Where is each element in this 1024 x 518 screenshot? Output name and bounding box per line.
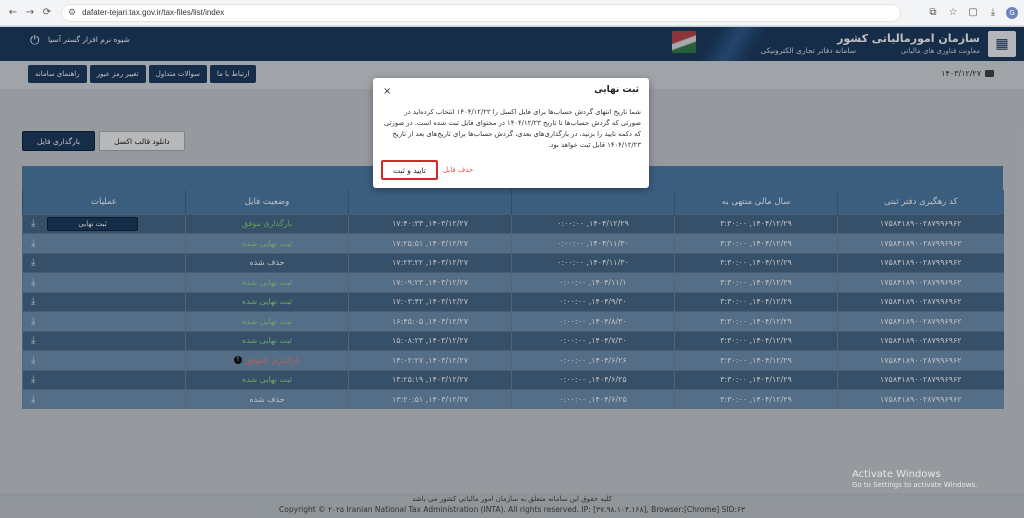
- translate-icon[interactable]: ⧉: [926, 6, 940, 20]
- url-text[interactable]: dafater-tejari.tax.gov.ir/tax-files/list…: [82, 8, 224, 17]
- back-arrow-icon[interactable]: ←: [6, 6, 20, 20]
- delete-file-link[interactable]: حذف فایل: [443, 166, 473, 174]
- forward-arrow-icon[interactable]: →: [23, 6, 37, 20]
- final-registration-modal: ثبت نهایی × شما تاریخ انتهای گردش حساب‌ه…: [373, 78, 649, 188]
- page: ⏻ شیوه نرم افزار گستر آسیا سامانه دفاتر …: [0, 27, 1024, 518]
- modal-title: ثبت نهایی: [594, 85, 639, 95]
- close-icon[interactable]: ×: [383, 86, 391, 97]
- browser-toolbar: ← → ⟳ ⚙ dafater-tejari.tax.gov.ir/tax-fi…: [0, 0, 1024, 26]
- site-settings-icon[interactable]: ⚙: [68, 8, 76, 18]
- confirm-and-register-button[interactable]: تایید و ثبت: [381, 160, 438, 180]
- modal-message: شما تاریخ انتهای گردش حساب‌ها برای فایل …: [384, 108, 641, 149]
- watermark-subtitle: Go to Settings to activate Windows.: [852, 481, 978, 489]
- extensions-icon[interactable]: ▢: [966, 6, 980, 20]
- browser-actions: ⧉ ☆ ▢ ⤓ G: [926, 6, 1018, 20]
- bookmark-star-icon[interactable]: ☆: [946, 6, 960, 20]
- profile-avatar[interactable]: G: [1006, 6, 1018, 19]
- windows-activation-watermark: Activate Windows Go to Settings to activ…: [852, 469, 977, 489]
- reload-icon[interactable]: ⟳: [40, 6, 54, 20]
- watermark-title: Activate Windows: [852, 469, 941, 480]
- address-bar[interactable]: ⚙ dafater-tejari.tax.gov.ir/tax-files/li…: [61, 3, 901, 22]
- download-icon[interactable]: ⤓: [986, 6, 1000, 20]
